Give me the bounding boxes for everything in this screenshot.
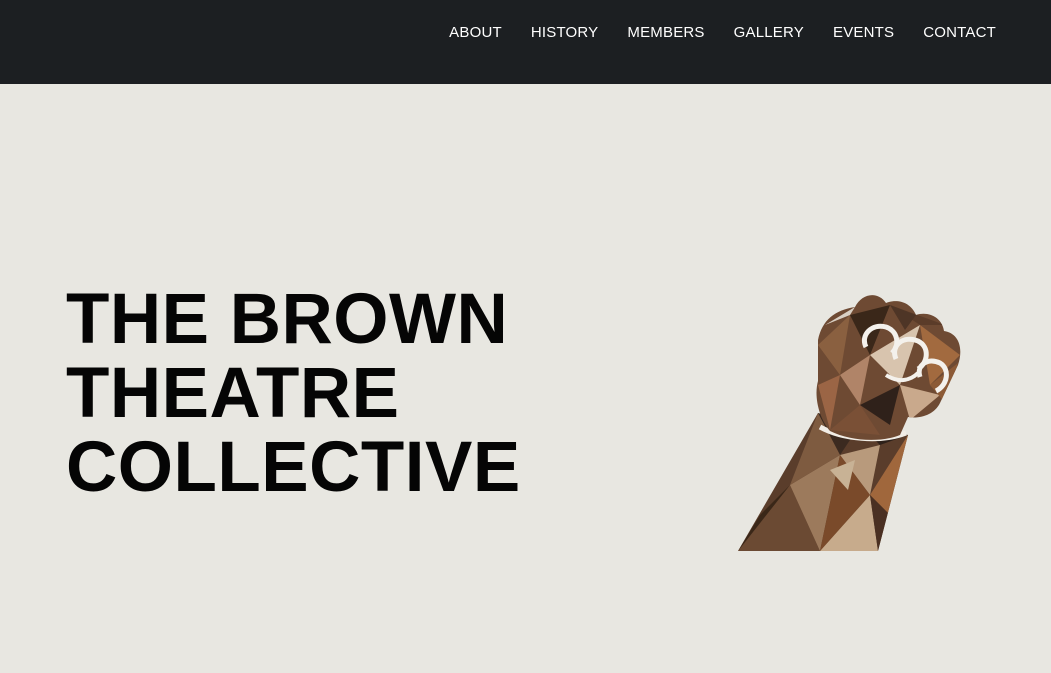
raised-fist-icon: [738, 295, 961, 551]
main-nav: ABOUT HISTORY MEMBERS GALLERY EVENTS CON…: [420, 24, 996, 42]
top-navigation-bar: ABOUT HISTORY MEMBERS GALLERY EVENTS CON…: [0, 0, 1051, 84]
nav-link-events[interactable]: EVENTS: [804, 24, 894, 42]
nav-link-gallery[interactable]: GALLERY: [705, 24, 804, 42]
hero-title-line-3: COLLECTIVE: [66, 428, 521, 507]
nav-link-about[interactable]: ABOUT: [420, 24, 502, 42]
hero-section: THE BROWN THEATRE COLLECTIVE: [0, 84, 1051, 673]
nav-link-contact[interactable]: CONTACT: [894, 24, 996, 42]
hero-title-line-2: THEATRE: [66, 354, 400, 433]
hero-title-line-1: THE BROWN: [66, 280, 509, 359]
nav-link-history[interactable]: HISTORY: [502, 24, 599, 42]
nav-link-members[interactable]: MEMBERS: [598, 24, 704, 42]
hero-title: THE BROWN THEATRE COLLECTIVE: [66, 283, 521, 505]
